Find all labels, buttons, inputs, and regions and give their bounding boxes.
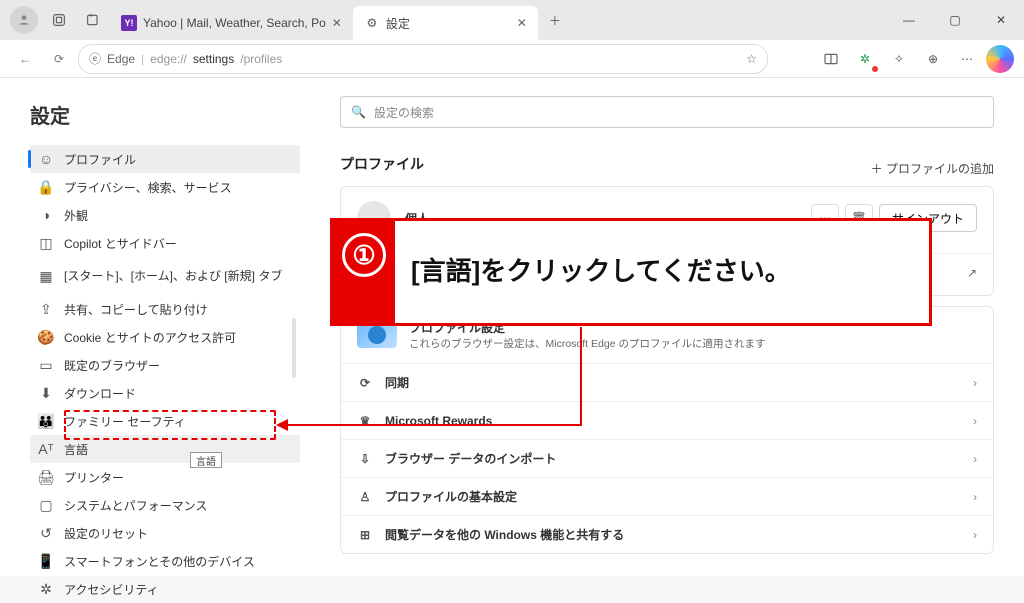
search-placeholder: 設定の検索 bbox=[374, 104, 434, 121]
sidebar-item-share[interactable]: ⇪共有、コピーして貼り付け bbox=[30, 295, 300, 323]
sidebar-icon: ◫ bbox=[38, 235, 54, 251]
accessibility-icon: ✲ bbox=[38, 581, 54, 597]
annotation-highlight-box bbox=[64, 410, 276, 440]
url-box[interactable]: ⓔ Edge | edge:// settings/profiles ☆ bbox=[78, 44, 768, 74]
family-icon: 👪 bbox=[38, 413, 54, 429]
sync-icon: ⟳ bbox=[357, 376, 373, 390]
favorites-icon[interactable]: ✧ bbox=[884, 44, 914, 74]
engine-label: Edge bbox=[107, 52, 135, 66]
address-bar: ← ⟳ ⓔ Edge | edge://settings/profiles ☆ … bbox=[0, 40, 1024, 78]
row-rewards[interactable]: ♛Microsoft Rewards› bbox=[341, 401, 993, 439]
sidebar-item-downloads[interactable]: ⬇ダウンロード bbox=[30, 379, 300, 407]
page-title: 設定 bbox=[30, 100, 300, 129]
printer-icon: 🖨 bbox=[38, 469, 54, 485]
windows-icon: ⊞ bbox=[357, 528, 373, 542]
profile-icon: ☺ bbox=[38, 151, 54, 167]
phone-icon: 📱 bbox=[38, 553, 54, 569]
sidebar-item-accessibility[interactable]: ✲アクセシビリティ bbox=[30, 575, 300, 603]
annotation-number: ① bbox=[333, 221, 395, 323]
settings-sidebar: 設定 ☺プロファイル 🔒プライバシー、検索、サービス ◑外観 ◫Copilot … bbox=[0, 78, 300, 576]
url-prefix: edge:// bbox=[150, 52, 187, 66]
url-bold: settings bbox=[193, 52, 234, 66]
more-menu-icon[interactable]: ⋯ bbox=[952, 44, 982, 74]
collections-icon[interactable]: ⊕ bbox=[918, 44, 948, 74]
annotation-line-h bbox=[288, 424, 582, 426]
settings-main: 🔍 設定の検索 プロファイル ＋ プロファイルの追加 個人 ⋯ 🗑 サインアウト… bbox=[300, 78, 1024, 576]
sidebar-item-appearance[interactable]: ◑外観 bbox=[30, 201, 300, 229]
edge-icon: ⓔ bbox=[89, 50, 101, 67]
tab-icon: ▦ bbox=[38, 268, 54, 284]
annotation-text: [言語]をクリックしてください。 bbox=[395, 248, 807, 295]
url-suffix: /profiles bbox=[240, 52, 282, 66]
reset-icon: ↺ bbox=[38, 525, 54, 541]
sidebar-item-privacy[interactable]: 🔒プライバシー、検索、サービス bbox=[30, 173, 300, 201]
download-icon: ⬇ bbox=[38, 385, 54, 401]
tab-settings[interactable]: ⚙ 設定 ✕ bbox=[353, 6, 538, 40]
tooltip: 言語 bbox=[190, 452, 222, 468]
sidebar-item-phone[interactable]: 📱スマートフォンとその他のデバイス bbox=[30, 547, 300, 575]
annotation-line-v bbox=[580, 327, 582, 425]
chevron-right-icon: › bbox=[973, 376, 977, 390]
scrollbar[interactable] bbox=[292, 318, 296, 378]
tab-label: Yahoo | Mail, Weather, Search, Po bbox=[143, 16, 326, 30]
profile-avatar-icon[interactable] bbox=[10, 6, 38, 34]
row-import[interactable]: ⇩ブラウザー データのインポート› bbox=[341, 439, 993, 477]
system-icon: ▢ bbox=[38, 497, 54, 513]
favorite-star-icon[interactable]: ☆ bbox=[746, 52, 757, 66]
row-basic[interactable]: ♙プロファイルの基本設定› bbox=[341, 477, 993, 515]
sidebar-item-profile[interactable]: ☺プロファイル bbox=[30, 145, 300, 173]
external-link-icon: ↗ bbox=[967, 266, 977, 280]
language-icon: Aᵀ bbox=[38, 441, 54, 457]
workspaces-icon[interactable] bbox=[46, 7, 72, 33]
window-titlebar: Y! Yahoo | Mail, Weather, Search, Po ✕ ⚙… bbox=[0, 0, 1024, 40]
close-window-button[interactable]: ✕ bbox=[978, 0, 1024, 40]
browser-icon: ▭ bbox=[38, 357, 54, 373]
profile-settings-desc: これらのブラウザー設定は、Microsoft Edge のプロファイルに適用され… bbox=[409, 336, 765, 351]
tab-label: 設定 bbox=[386, 15, 410, 32]
cookie-icon: 🍪 bbox=[38, 329, 54, 345]
split-screen-icon[interactable] bbox=[816, 44, 846, 74]
import-icon: ⇩ bbox=[357, 452, 373, 466]
chevron-right-icon: › bbox=[973, 452, 977, 466]
maximize-button[interactable]: ▢ bbox=[932, 0, 978, 40]
favicon-yahoo: Y! bbox=[121, 15, 137, 31]
refresh-button[interactable]: ⟳ bbox=[44, 44, 74, 74]
annotation-arrowhead bbox=[276, 419, 288, 431]
new-tab-button[interactable]: ＋ bbox=[542, 7, 568, 33]
sidebar-item-cookies[interactable]: 🍪Cookie とサイトのアクセス許可 bbox=[30, 323, 300, 351]
sidebar-item-reset[interactable]: ↺設定のリセット bbox=[30, 519, 300, 547]
share-icon: ⇪ bbox=[38, 301, 54, 317]
favicon-settings: ⚙ bbox=[364, 15, 380, 31]
minimize-button[interactable]: ― bbox=[886, 0, 932, 40]
tab-actions-icon[interactable] bbox=[80, 7, 106, 33]
close-icon[interactable]: ✕ bbox=[332, 16, 342, 30]
sidebar-item-start[interactable]: ▦[スタート]、[ホーム]、および [新規] タブ bbox=[30, 257, 300, 295]
back-button[interactable]: ← bbox=[10, 44, 40, 74]
annotation-callout: ① [言語]をクリックしてください。 bbox=[330, 218, 932, 326]
settings-search[interactable]: 🔍 設定の検索 bbox=[340, 96, 994, 128]
row-windows-share[interactable]: ⊞閲覧データを他の Windows 機能と共有する› bbox=[341, 515, 993, 553]
add-profile-button[interactable]: ＋ プロファイルの追加 bbox=[871, 160, 994, 177]
row-sync[interactable]: ⟳同期› bbox=[341, 363, 993, 401]
chevron-right-icon: › bbox=[973, 528, 977, 542]
lock-icon: 🔒 bbox=[38, 179, 54, 195]
sidebar-item-default-browser[interactable]: ▭既定のブラウザー bbox=[30, 351, 300, 379]
tab-yahoo[interactable]: Y! Yahoo | Mail, Weather, Search, Po ✕ bbox=[110, 6, 353, 40]
sidebar-item-printer[interactable]: 🖨プリンター bbox=[30, 463, 300, 491]
chevron-right-icon: › bbox=[973, 490, 977, 504]
settings-person-icon: ♙ bbox=[357, 490, 373, 504]
search-icon: 🔍 bbox=[351, 105, 366, 119]
copilot-icon[interactable] bbox=[986, 45, 1014, 73]
close-icon[interactable]: ✕ bbox=[517, 16, 527, 30]
sidebar-item-system[interactable]: ▢システムとパフォーマンス bbox=[30, 491, 300, 519]
sidebar-item-copilot[interactable]: ◫Copilot とサイドバー bbox=[30, 229, 300, 257]
profile-settings-card: プロファイル設定 これらのブラウザー設定は、Microsoft Edge のプロ… bbox=[340, 306, 994, 554]
appearance-icon: ◑ bbox=[38, 207, 54, 223]
extensions-icon[interactable]: ✲ bbox=[850, 44, 880, 74]
chevron-right-icon: › bbox=[973, 414, 977, 428]
separator: | bbox=[141, 52, 144, 66]
